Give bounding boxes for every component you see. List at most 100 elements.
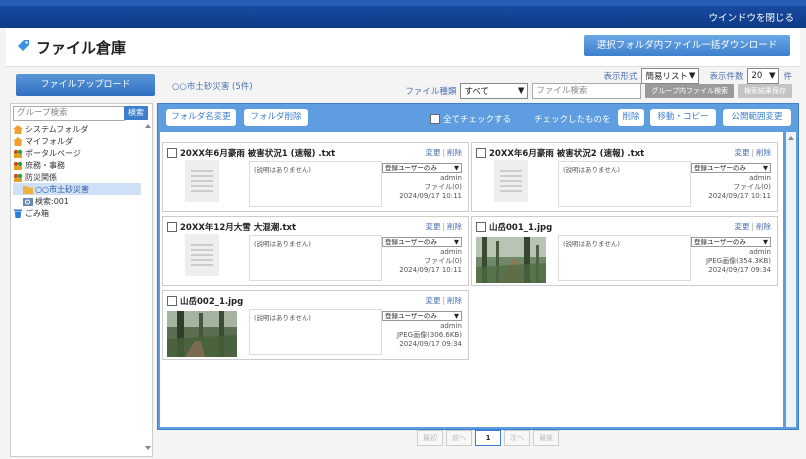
count-select[interactable]: 20 ▼ <box>747 68 780 84</box>
delete-checked-button[interactable]: 削除 <box>618 109 644 126</box>
file-date: 2024/09/17 10:11 <box>708 192 771 200</box>
file-title: 20XX年6月豪雨 被害状況2 (速報) .txt <box>476 147 644 159</box>
scope-select[interactable]: 登録ユーザーのみ ▼ <box>382 311 462 321</box>
bulk-download-button[interactable]: 選択フォルダ内ファイル一括ダウンロード <box>584 35 790 56</box>
file-search-input[interactable]: ファイル検索 <box>532 83 642 99</box>
document-thumbnail[interactable] <box>494 160 528 202</box>
scroll-down-icon[interactable] <box>145 446 151 450</box>
forest-photo-thumbnail[interactable] <box>167 311 237 357</box>
delete-link[interactable]: 削除 <box>447 148 462 157</box>
page-current[interactable]: 1 <box>475 430 501 446</box>
document-thumbnail[interactable] <box>185 234 219 276</box>
group-search-input[interactable]: グループ検索 <box>13 106 125 121</box>
document-thumbnail[interactable] <box>185 160 219 202</box>
move-copy-button[interactable]: 移動・コピー <box>650 109 716 126</box>
file-title: 山岳002_1.jpg <box>167 295 243 307</box>
search-folder-icon <box>23 197 33 206</box>
display-format-value: 簡易リスト <box>645 72 688 82</box>
file-description: (説明はありません) <box>558 161 691 207</box>
file-name[interactable]: 山岳001_1.jpg <box>489 221 552 233</box>
tree-item-trash[interactable]: ごみ箱 <box>13 207 141 219</box>
tree-item-landslide-folder[interactable]: ○○市土砂災害 <box>13 183 141 195</box>
edit-link[interactable]: 変更 <box>734 148 749 157</box>
page-prev-button[interactable]: 前へ <box>446 430 472 446</box>
file-type: JPEG画像(306.6KB) <box>396 331 462 339</box>
tree-item-disaster-prevention[interactable]: 防災関係 <box>13 171 141 183</box>
delete-link[interactable]: 削除 <box>447 222 462 231</box>
sidebar-scrollbar[interactable] <box>144 122 152 452</box>
scope-value: 登録ユーザーのみ <box>694 237 746 246</box>
edit-link[interactable]: 変更 <box>425 148 440 157</box>
chevron-down-icon: ▼ <box>454 163 459 172</box>
group-search-button[interactable]: 検索 <box>124 106 148 120</box>
tree-item-general-affairs[interactable]: 庶務・事務 <box>13 159 141 171</box>
tree-item-label: ごみ箱 <box>25 208 49 218</box>
file-meta: 登録ユーザーのみ ▼ admin ファイル(0) 2024/09/17 10:11 <box>687 163 771 201</box>
file-name[interactable]: 20XX年12月大雪 大混潮.txt <box>180 221 296 233</box>
chevron-down-icon: ▼ <box>454 311 459 320</box>
change-scope-button[interactable]: 公開範囲変更 <box>723 109 791 126</box>
delete-link[interactable]: 削除 <box>756 148 771 157</box>
tree-item-label: 検索:001 <box>35 196 69 206</box>
file-owner: admin <box>440 322 462 330</box>
file-checkbox[interactable] <box>167 148 177 158</box>
delete-link[interactable]: 削除 <box>447 296 462 305</box>
file-card: 20XX年6月豪雨 被害状況1 (速報) .txt 変更 | 削除 (説明はありませ… <box>162 142 469 212</box>
file-checkbox[interactable] <box>167 296 177 306</box>
edit-link[interactable]: 変更 <box>734 222 749 231</box>
edit-link[interactable]: 変更 <box>425 296 440 305</box>
edit-link[interactable]: 変更 <box>425 222 440 231</box>
group-icon <box>13 149 23 158</box>
grid-scrollbar[interactable] <box>786 132 796 427</box>
file-links: 変更 | 削除 <box>425 296 462 305</box>
file-checkbox[interactable] <box>476 222 486 232</box>
rename-folder-button[interactable]: フォルダ名変更 <box>166 109 236 126</box>
forest-photo-thumbnail[interactable] <box>476 237 546 283</box>
file-checkbox[interactable] <box>167 222 177 232</box>
scope-select[interactable]: 登録ユーザーのみ ▼ <box>382 237 462 247</box>
save-search-button[interactable]: 検索結果保存 <box>738 84 792 98</box>
file-title: 山岳001_1.jpg <box>476 221 552 233</box>
scope-value: 登録ユーザーのみ <box>694 163 746 172</box>
scope-select[interactable]: 登録ユーザーのみ ▼ <box>382 163 462 173</box>
check-all-checkbox[interactable] <box>430 114 440 124</box>
file-card: 山岳002_1.jpg 変更 | 削除 (説明はありません) 登録ユーザーのみ ▼ a… <box>162 290 469 360</box>
file-name[interactable]: 20XX年6月豪雨 被害状況1 (速報) .txt <box>180 147 335 159</box>
scope-select[interactable]: 登録ユーザーのみ ▼ <box>691 163 771 173</box>
chevron-down-icon: ▼ <box>768 71 776 81</box>
current-folder-label: ○○市土砂災害 (5件) <box>172 82 253 92</box>
scroll-up-icon[interactable] <box>788 136 794 140</box>
scroll-up-icon[interactable] <box>145 124 151 128</box>
page-first-button[interactable]: 最初 <box>417 430 443 446</box>
file-date: 2024/09/17 09:34 <box>399 340 462 348</box>
tree-item-portal[interactable]: ポータルページ <box>13 147 141 159</box>
topbar-strip <box>0 0 806 6</box>
file-upload-button[interactable]: ファイルアップロード <box>16 74 155 96</box>
display-format-select[interactable]: 簡易リスト ▼ <box>641 68 700 84</box>
file-grid: 20XX年6月豪雨 被害状況1 (速報) .txt 変更 | 削除 (説明はありませ… <box>160 132 783 427</box>
delete-link[interactable]: 削除 <box>756 222 771 231</box>
folder-tree: システムフォルダ マイフォルダ ポータルページ 庶務・事務 防災関係 ○○市土砂… <box>13 123 141 219</box>
delete-folder-button[interactable]: フォルダ削除 <box>244 109 308 126</box>
tree-item-my-folder[interactable]: マイフォルダ <box>13 135 141 147</box>
file-name[interactable]: 20XX年6月豪雨 被害状況2 (速報) .txt <box>489 147 644 159</box>
scope-select[interactable]: 登録ユーザーのみ ▼ <box>691 237 771 247</box>
chevron-down-icon: ▼ <box>763 237 768 246</box>
file-type: JPEG画像(354.3KB) <box>705 257 771 265</box>
page-next-button[interactable]: 次へ <box>504 430 530 446</box>
group-file-search-button[interactable]: グループ内ファイル検索 <box>645 84 734 98</box>
check-all[interactable]: 全てチェックする <box>430 113 511 125</box>
tree-item-label: 庶務・事務 <box>25 160 65 170</box>
close-window-button[interactable]: ウインドウを閉じる <box>708 10 794 24</box>
file-name[interactable]: 山岳002_1.jpg <box>180 295 243 307</box>
file-description: (説明はありません) <box>249 235 382 281</box>
file-checkbox[interactable] <box>476 148 486 158</box>
file-type-select[interactable]: すべて ▼ <box>460 83 529 99</box>
tree-item-search-001[interactable]: 検索:001 <box>13 195 141 207</box>
file-date: 2024/09/17 10:11 <box>399 192 462 200</box>
page-last-button[interactable]: 最後 <box>533 430 559 446</box>
tree-item-label: ポータルページ <box>25 148 81 158</box>
tree-item-system-folder[interactable]: システムフォルダ <box>13 123 141 135</box>
file-date: 2024/09/17 09:34 <box>708 266 771 274</box>
home-folder-icon <box>13 136 23 146</box>
